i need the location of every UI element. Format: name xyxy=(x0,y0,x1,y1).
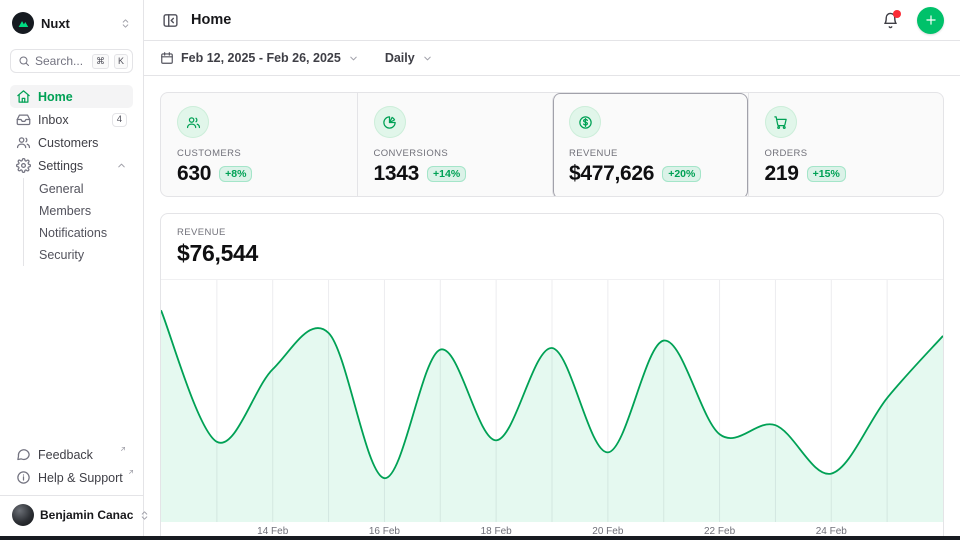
filter-toolbar: Feb 12, 2025 - Feb 26, 2025 Daily xyxy=(144,41,960,76)
page-title: Home xyxy=(191,12,872,28)
sidebar-item-notifications[interactable]: Notifications xyxy=(35,222,133,244)
external-link-icon xyxy=(119,445,127,453)
stat-value: 630 xyxy=(177,162,211,186)
users-icon xyxy=(16,135,31,150)
stat-label: CUSTOMERS xyxy=(177,148,341,159)
inbox-icon xyxy=(16,112,31,127)
stat-card-conversions[interactable]: CONVERSIONS 1343 +14% xyxy=(357,93,553,197)
search-placeholder: Search... xyxy=(35,54,87,68)
shopping-cart-icon xyxy=(765,106,797,138)
panel-left-close-icon xyxy=(162,12,179,29)
calendar-icon xyxy=(160,51,174,65)
stat-value: $477,626 xyxy=(569,162,654,186)
user-name: Benjamin Canac xyxy=(40,508,133,522)
stat-value: 219 xyxy=(765,162,799,186)
page-content: CUSTOMERS 630 +8% CONVERSIONS 1343 +14% xyxy=(144,76,960,540)
stat-value: 1343 xyxy=(374,162,420,186)
stats-row: CUSTOMERS 630 +8% CONVERSIONS 1343 +14% xyxy=(160,92,944,197)
sidebar-item-customers[interactable]: Customers xyxy=(10,131,133,154)
app-window: Nuxt Search... ⌘ K Home xyxy=(0,0,960,540)
chat-bubble-icon xyxy=(16,447,31,462)
inbox-count-badge: 4 xyxy=(112,113,127,127)
chevron-down-icon xyxy=(348,53,359,64)
kbd-cmd: ⌘ xyxy=(92,54,109,69)
chart-label: REVENUE xyxy=(177,227,927,238)
sidebar-footer: Feedback Help & Support Benjamin Canac xyxy=(10,443,133,530)
bottom-edge-bar xyxy=(0,536,960,540)
stat-card-customers[interactable]: CUSTOMERS 630 +8% xyxy=(161,93,357,197)
users-icon xyxy=(177,106,209,138)
chart-pie-icon xyxy=(374,106,406,138)
change-badge: +20% xyxy=(662,166,701,182)
change-badge: +8% xyxy=(219,166,252,182)
info-circle-icon xyxy=(16,470,31,485)
sidebar-item-settings[interactable]: Settings xyxy=(10,154,133,177)
date-range-picker[interactable]: Feb 12, 2025 - Feb 26, 2025 xyxy=(160,51,359,65)
chevron-up-icon xyxy=(116,160,127,171)
stat-label: CONVERSIONS xyxy=(374,148,537,159)
main-area: Home Feb 12, 2025 - Feb 26, 2025 xyxy=(144,0,960,540)
notifications-button[interactable] xyxy=(882,12,899,29)
stat-card-orders[interactable]: ORDERS 219 +15% xyxy=(748,93,944,197)
chart-current-value: $76,544 xyxy=(177,240,927,267)
stat-card-revenue[interactable]: REVENUE $477,626 +20% xyxy=(552,93,748,197)
revenue-chart-card: REVENUE $76,544 14 Feb16 Feb18 Feb20 Feb… xyxy=(160,213,944,540)
date-range-value: Feb 12, 2025 - Feb 26, 2025 xyxy=(181,51,341,65)
chevron-down-icon xyxy=(422,53,433,64)
granularity-value: Daily xyxy=(385,51,415,65)
user-menu[interactable]: Benjamin Canac xyxy=(10,502,133,530)
gear-icon xyxy=(16,158,31,173)
settings-submenu: General Members Notifications Security xyxy=(23,178,133,266)
sidebar-item-inbox[interactable]: Inbox 4 xyxy=(10,108,133,131)
sidebar-item-general[interactable]: General xyxy=(35,178,133,200)
chart-header: REVENUE $76,544 xyxy=(161,214,943,279)
plus-icon xyxy=(924,13,938,27)
stat-label: ORDERS xyxy=(765,148,928,159)
team-name: Nuxt xyxy=(41,16,113,31)
feedback-link[interactable]: Feedback xyxy=(10,443,133,466)
sidebar-item-home[interactable]: Home xyxy=(10,85,133,108)
help-support-link[interactable]: Help & Support xyxy=(10,466,133,489)
nuxt-logo-icon xyxy=(12,12,34,34)
avatar xyxy=(12,504,34,526)
sidebar: Nuxt Search... ⌘ K Home xyxy=(0,0,144,540)
sidebar-nav: Home Inbox 4 Customers Settings xyxy=(10,85,133,443)
revenue-chart-svg xyxy=(161,280,943,522)
external-link-icon xyxy=(127,468,135,476)
change-badge: +14% xyxy=(427,166,466,182)
sidebar-collapse-button[interactable] xyxy=(160,10,181,31)
search-icon xyxy=(18,55,30,67)
kbd-k: K xyxy=(114,54,128,69)
sidebar-item-members[interactable]: Members xyxy=(35,200,133,222)
search-input[interactable]: Search... ⌘ K xyxy=(10,49,133,73)
home-icon xyxy=(16,89,31,104)
stat-label: REVENUE xyxy=(569,148,732,159)
chevron-up-down-icon xyxy=(120,18,131,29)
chart-plot-area[interactable] xyxy=(161,279,943,522)
sidebar-item-security[interactable]: Security xyxy=(35,244,133,266)
granularity-select[interactable]: Daily xyxy=(385,51,433,65)
circle-dollar-icon xyxy=(569,106,601,138)
header: Home xyxy=(144,0,960,41)
change-badge: +15% xyxy=(807,166,846,182)
divider xyxy=(0,495,143,496)
add-button[interactable] xyxy=(917,7,944,34)
team-switcher[interactable]: Nuxt xyxy=(10,10,133,36)
notification-dot xyxy=(893,10,901,18)
